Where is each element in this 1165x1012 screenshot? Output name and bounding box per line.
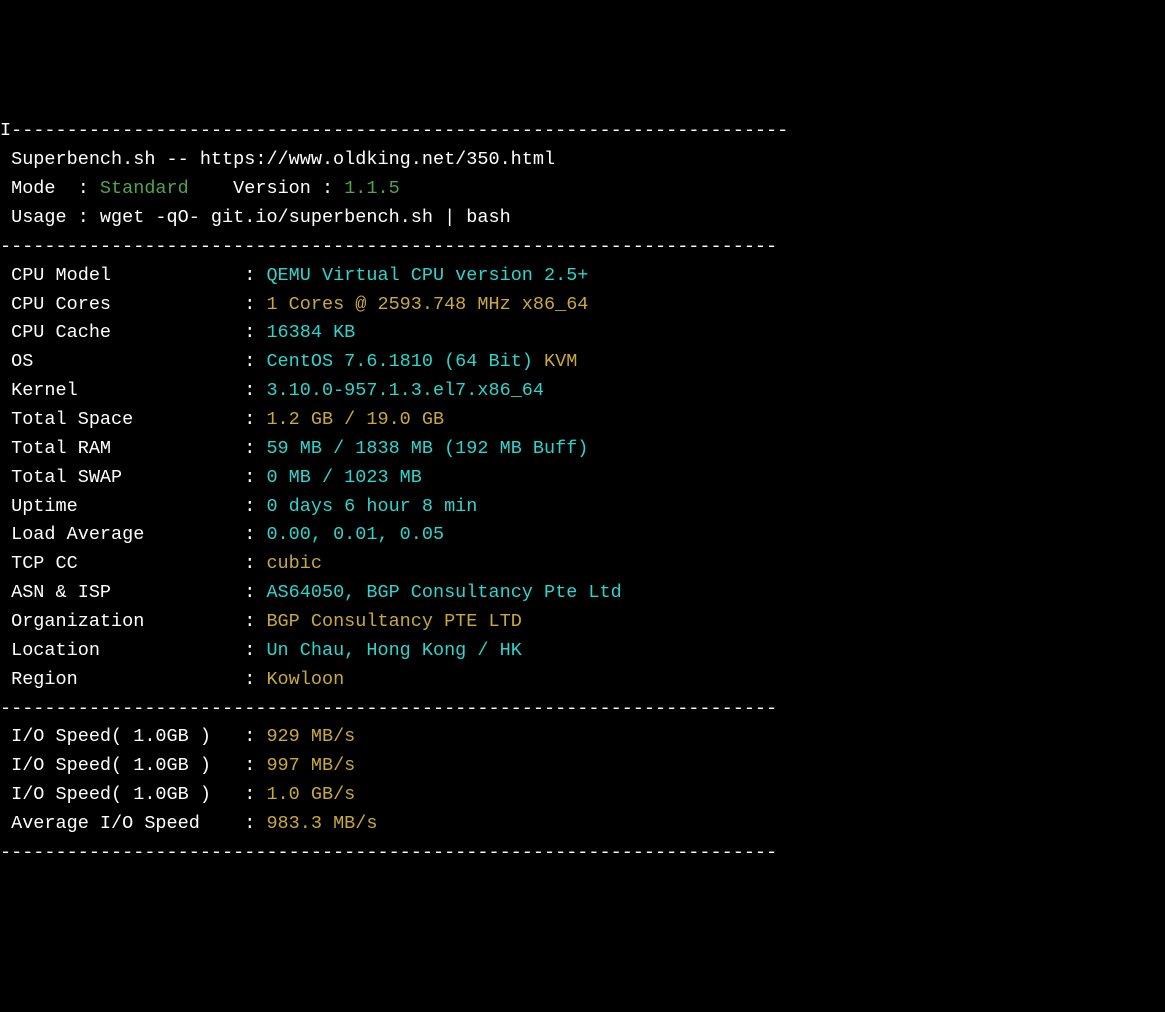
- load-average-value: 0.00, 0.01, 0.05: [266, 524, 444, 545]
- cpu-model-value: QEMU Virtual CPU version 2.5+: [266, 265, 588, 286]
- total-ram-value: 59 MB / 1838 MB (192 MB Buff): [266, 438, 588, 459]
- uptime-label: Uptime :: [0, 496, 266, 517]
- tcp-cc-value: cubic: [266, 553, 322, 574]
- text-cursor: I: [0, 117, 11, 146]
- organization-label: Organization :: [0, 611, 266, 632]
- asn-isp-label: ASN & ISP :: [0, 582, 266, 603]
- divider: ----------------------------------------…: [0, 698, 777, 719]
- total-swap-label: Total SWAP :: [0, 467, 266, 488]
- total-ram-label: Total RAM :: [0, 438, 266, 459]
- organization-value: BGP Consultancy PTE LTD: [266, 611, 521, 632]
- os-value: CentOS 7.6.1810 (64 Bit): [266, 351, 532, 372]
- divider-bottom: ----------------------------------------…: [0, 842, 777, 863]
- os-label: OS :: [0, 351, 266, 372]
- load-average-label: Load Average :: [0, 524, 266, 545]
- io-speed-2-value: 997 MB/s: [266, 755, 355, 776]
- tcp-cc-label: TCP CC :: [0, 553, 266, 574]
- mode-label: Mode :: [0, 178, 100, 199]
- io-speed-3-label: I/O Speed( 1.0GB ) :: [0, 784, 266, 805]
- region-label: Region :: [0, 669, 266, 690]
- cpu-cores-label: CPU Cores :: [0, 294, 266, 315]
- version-value: 1.1.5: [344, 178, 400, 199]
- divider: ----------------------------------------…: [0, 236, 777, 257]
- io-speed-avg-label: Average I/O Speed :: [0, 813, 266, 834]
- total-space-value: 1.2 GB / 19.0 GB: [266, 409, 444, 430]
- mode-value: Standard: [100, 178, 189, 199]
- header-title: Superbench.sh -- https://www.oldking.net…: [0, 149, 555, 170]
- io-speed-2-label: I/O Speed( 1.0GB ) :: [0, 755, 266, 776]
- cpu-cache-label: CPU Cache :: [0, 322, 266, 343]
- cpu-model-label: CPU Model :: [0, 265, 266, 286]
- total-space-label: Total Space :: [0, 409, 266, 430]
- os-suffix: KVM: [533, 351, 577, 372]
- total-swap-value: 0 MB / 1023 MB: [266, 467, 421, 488]
- io-speed-avg-value: 983.3 MB/s: [266, 813, 377, 834]
- divider-top: ----------------------------------------…: [11, 120, 788, 141]
- io-speed-1-label: I/O Speed( 1.0GB ) :: [0, 726, 266, 747]
- cpu-cache-value: 16384 KB: [266, 322, 355, 343]
- io-speed-3-value: 1.0 GB/s: [266, 784, 355, 805]
- terminal-output: I---------------------------------------…: [0, 115, 1165, 867]
- asn-isp-value: AS64050, BGP Consultancy Pte Ltd: [266, 582, 621, 603]
- uptime-value: 0 days 6 hour 8 min: [266, 496, 477, 517]
- usage-line: Usage : wget -qO- git.io/superbench.sh |…: [0, 207, 511, 228]
- kernel-label: Kernel :: [0, 380, 266, 401]
- location-label: Location :: [0, 640, 266, 661]
- cpu-cores-value: 1 Cores @ 2593.748 MHz x86_64: [266, 294, 588, 315]
- io-speed-1-value: 929 MB/s: [266, 726, 355, 747]
- location-value: Un Chau, Hong Kong / HK: [266, 640, 521, 661]
- version-label: Version :: [189, 178, 344, 199]
- region-value: Kowloon: [266, 669, 344, 690]
- kernel-value: 3.10.0-957.1.3.el7.x86_64: [266, 380, 544, 401]
